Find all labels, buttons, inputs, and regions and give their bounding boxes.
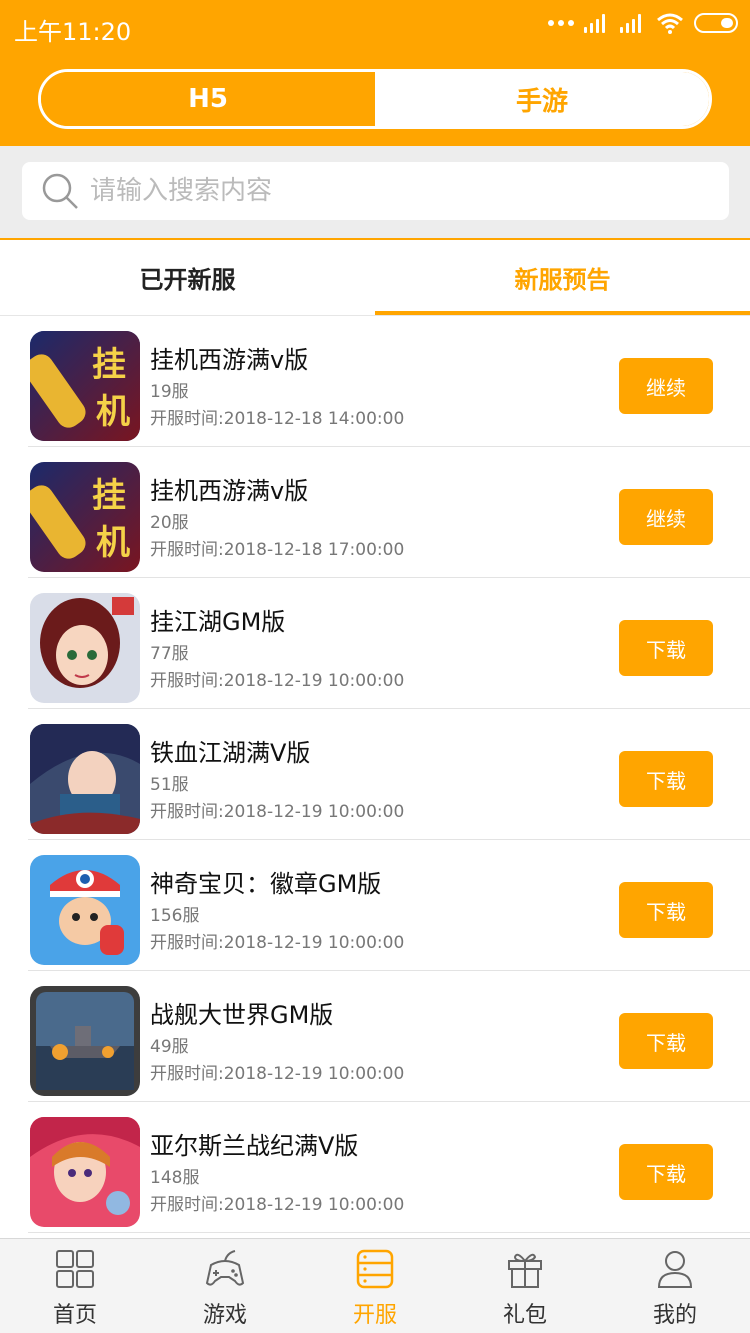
list-item[interactable]: 铁血江湖满V版 51服 开服时间:2018-12-19 10:00:00 下载	[28, 709, 750, 840]
game-name: 亚尔斯兰战纪满V版	[150, 1132, 359, 1160]
game-icon-warship	[30, 986, 140, 1096]
server-number: 19服	[150, 382, 189, 402]
gift-icon	[503, 1247, 547, 1295]
list-item[interactable]: 挂 机 挂机西游满v版 20服 开服时间:2018-12-18 17:00:00…	[28, 447, 750, 578]
server-number: 148服	[150, 1168, 200, 1188]
header: 上午11:20 H5 手游	[0, 0, 750, 146]
game-icon-pokemon	[30, 855, 140, 965]
nav-label: 礼包	[502, 1303, 547, 1328]
list-item[interactable]: 亚尔斯兰战纪满V版 148服 开服时间:2018-12-19 10:00:00 …	[28, 1102, 750, 1233]
game-icon-guaji: 挂 机	[30, 331, 140, 441]
server-number: 20服	[150, 513, 189, 533]
list-item[interactable]: 神奇宝贝：徽章GM版 156服 开服时间:2018-12-19 10:00:00…	[28, 840, 750, 971]
list-item[interactable]: 挂 机 挂机西游满v版 19服 开服时间:2018-12-18 14:00:00…	[28, 316, 750, 447]
tab-opened-servers[interactable]: 已开新服	[0, 240, 375, 315]
user-icon	[653, 1247, 697, 1295]
search-icon	[40, 171, 80, 211]
server-tabs: 已开新服 新服预告	[0, 240, 750, 316]
server-number: 156服	[150, 906, 200, 926]
segment-mobile-games[interactable]: 手游	[375, 72, 709, 126]
signal-icon-2	[620, 13, 646, 33]
open-time: 开服时间:2018-12-18 14:00:00	[150, 409, 405, 429]
nav-label: 首页	[52, 1303, 97, 1328]
game-icon-guaji: 挂 机	[30, 462, 140, 572]
svg-text:挂: 挂	[92, 345, 126, 385]
list-item[interactable]: 挂江湖GM版 77服 开服时间:2018-12-19 10:00:00 下载	[28, 578, 750, 709]
svg-text:机: 机	[96, 392, 130, 432]
nav-label: 游戏	[202, 1303, 247, 1328]
open-time: 开服时间:2018-12-19 10:00:00	[150, 1195, 405, 1215]
status-time: 上午11:20	[14, 18, 132, 46]
svg-text:挂: 挂	[92, 476, 126, 516]
download-button[interactable]: 下载	[619, 620, 713, 676]
nav-label: 我的	[652, 1303, 697, 1328]
download-button[interactable]: 下载	[619, 882, 713, 938]
tab-server-preview[interactable]: 新服预告	[375, 240, 750, 315]
continue-button[interactable]: 继续	[619, 489, 713, 545]
server-list: 挂 机 挂机西游满v版 19服 开服时间:2018-12-18 14:00:00…	[0, 316, 750, 1233]
battery-icon	[694, 13, 738, 33]
game-name: 神奇宝贝：徽章GM版	[150, 870, 382, 898]
segment-h5[interactable]: H5	[41, 72, 375, 126]
gamepad-icon	[203, 1247, 247, 1295]
open-time: 开服时间:2018-12-19 10:00:00	[150, 671, 405, 691]
server-number: 51服	[150, 775, 189, 795]
download-button[interactable]: 下载	[619, 751, 713, 807]
nav-label: 开服	[352, 1303, 397, 1328]
search-area	[0, 146, 750, 238]
open-time: 开服时间:2018-12-18 17:00:00	[150, 540, 405, 560]
open-time: 开服时间:2018-12-19 10:00:00	[150, 933, 405, 953]
svg-text:机: 机	[96, 523, 130, 563]
game-name: 挂机西游满v版	[150, 477, 309, 505]
wifi-icon	[657, 13, 683, 34]
nav-profile[interactable]: 我的	[600, 1239, 750, 1333]
game-icon-arslan	[30, 1117, 140, 1227]
nav-home[interactable]: 首页	[0, 1239, 150, 1333]
game-icon-jianghu	[30, 593, 140, 703]
server-number: 49服	[150, 1037, 189, 1057]
game-name: 战舰大世界GM版	[150, 1001, 334, 1029]
nav-servers[interactable]: 开服	[300, 1239, 450, 1333]
more-dots-icon	[548, 20, 574, 26]
open-time: 开服时间:2018-12-19 10:00:00	[150, 802, 405, 822]
download-button[interactable]: 下载	[619, 1013, 713, 1069]
download-button[interactable]: 下载	[619, 1144, 713, 1200]
platform-toggle: H5 手游	[38, 69, 712, 129]
list-item[interactable]: 战舰大世界GM版 49服 开服时间:2018-12-19 10:00:00 下载	[28, 971, 750, 1102]
search-input[interactable]	[90, 176, 690, 206]
game-name: 挂江湖GM版	[150, 608, 286, 636]
game-name: 铁血江湖满V版	[150, 739, 311, 767]
signal-icon	[584, 13, 610, 33]
nav-gifts[interactable]: 礼包	[450, 1239, 600, 1333]
game-icon-tiexue	[30, 724, 140, 834]
home-icon	[53, 1247, 97, 1295]
status-icons	[548, 12, 738, 34]
search-box[interactable]	[22, 162, 729, 220]
continue-button[interactable]: 继续	[619, 358, 713, 414]
nav-games[interactable]: 游戏	[150, 1239, 300, 1333]
server-number: 77服	[150, 644, 189, 664]
game-name: 挂机西游满v版	[150, 346, 309, 374]
open-time: 开服时间:2018-12-19 10:00:00	[150, 1064, 405, 1084]
bottom-nav: 首页 游戏 开服 礼包 我的	[0, 1238, 750, 1333]
server-icon	[353, 1247, 397, 1295]
